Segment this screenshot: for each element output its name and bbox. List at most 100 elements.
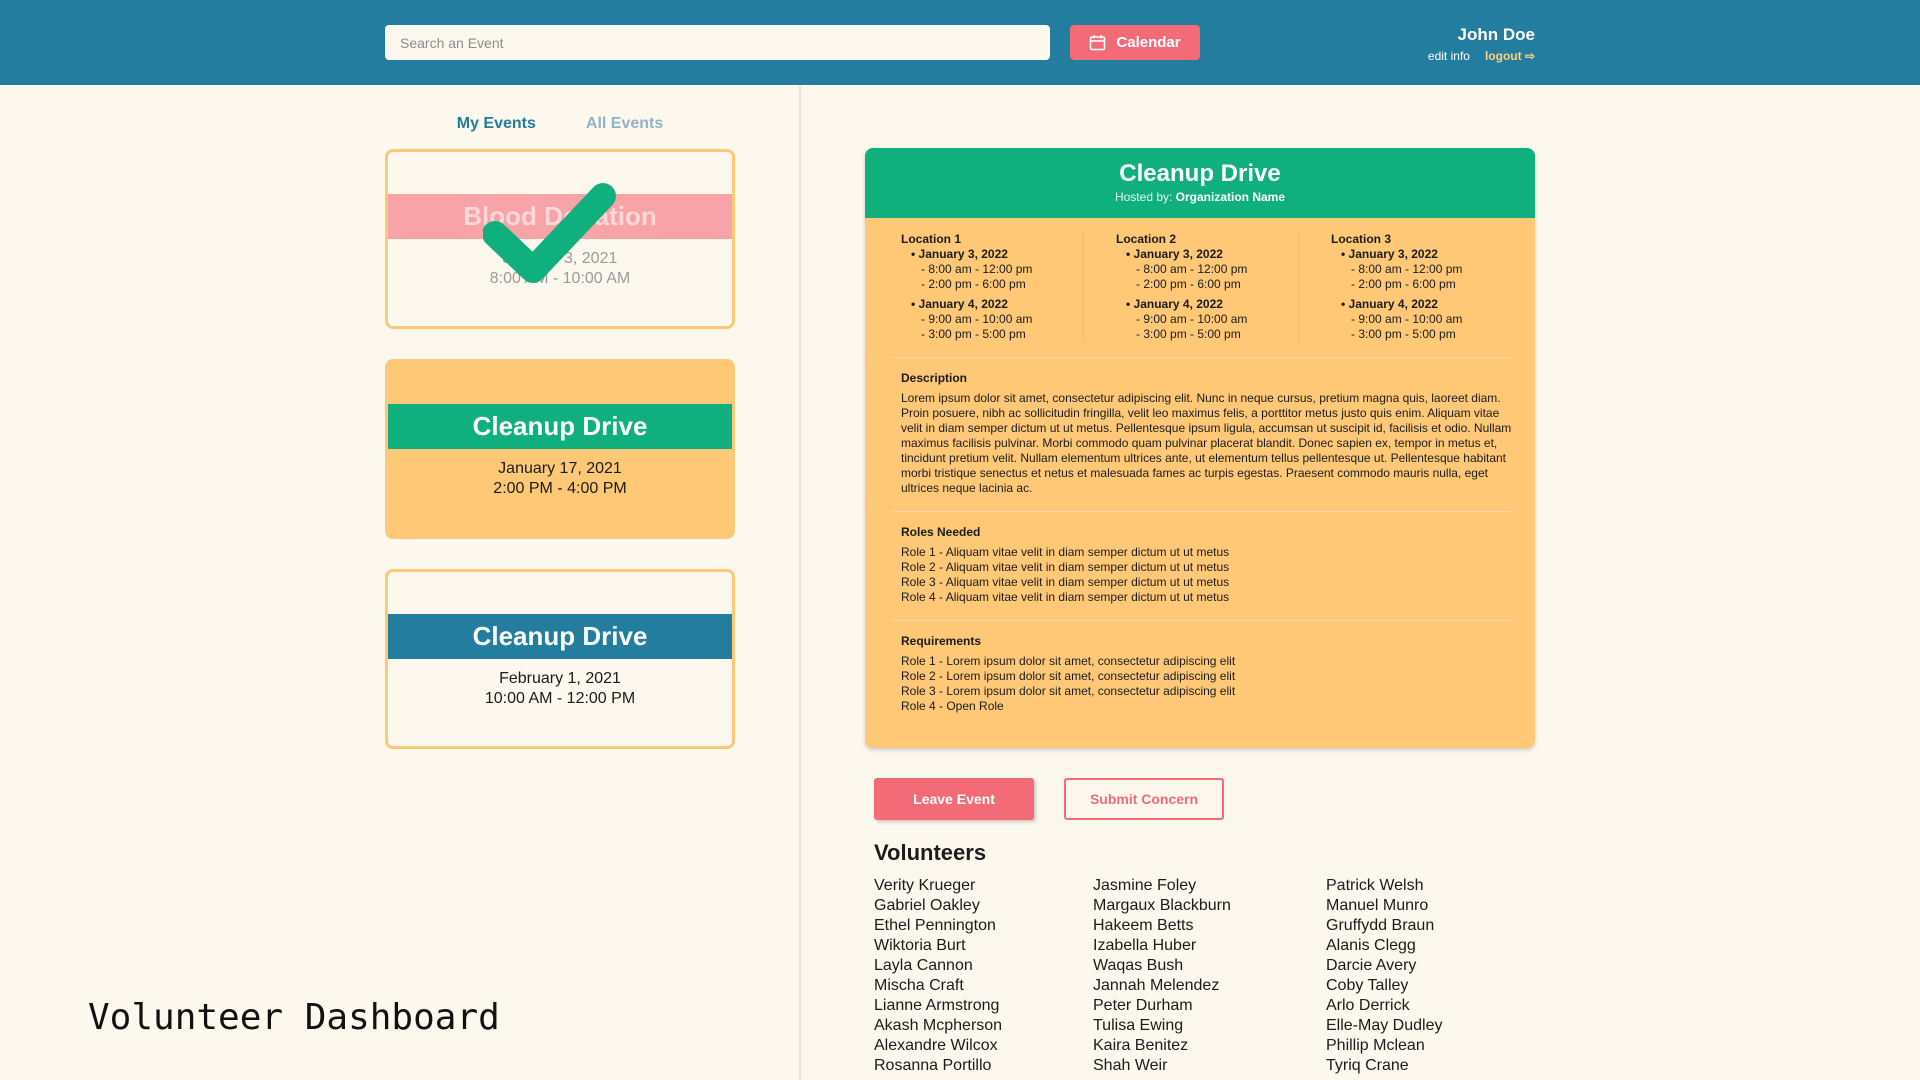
role-item: Role 1 - Aliquam vitae velit in diam sem… — [901, 545, 1230, 559]
event-card-date: February 1, 2021 — [499, 670, 621, 687]
volunteers-column-3: Patrick Welsh Manuel Munro Gruffydd Brau… — [1326, 876, 1442, 1076]
volunteer-name: Wiktoria Burt — [874, 937, 966, 954]
location-1: Location 1 January 3, 2022 8:00 am - 12:… — [901, 232, 1083, 342]
edit-info-link[interactable]: edit info — [1428, 49, 1470, 63]
checkmark-icon — [483, 183, 616, 283]
section-divider — [891, 620, 1513, 621]
volunteer-name: Rosanna Portillo — [874, 1057, 992, 1074]
volunteer-name: Coby Talley — [1326, 977, 1409, 994]
volunteer-name: Patrick Welsh — [1326, 877, 1424, 894]
event-host: Hosted by: Organization Name — [865, 190, 1535, 204]
calendar-button[interactable]: Calendar — [1070, 25, 1200, 60]
tab-all-events[interactable]: All Events — [586, 115, 663, 133]
volunteer-name: Phillip Mclean — [1326, 1037, 1425, 1054]
event-card-completed[interactable]: Blood Donation January 3, 2021 8:00 AM -… — [385, 149, 735, 329]
volunteer-name: Akash Mcpherson — [874, 1017, 1003, 1034]
volunteer-name: Hakeem Betts — [1093, 917, 1194, 934]
volunteer-name: Darcie Avery — [1326, 957, 1417, 974]
submit-concern-button[interactable]: Submit Concern — [1064, 778, 1224, 820]
volunteer-name: Jasmine Foley — [1093, 877, 1197, 894]
volunteer-name: Lianne Armstrong — [874, 997, 1000, 1014]
event-detail-header: Cleanup Drive Hosted by: Organization Na… — [865, 148, 1535, 218]
volunteer-name: Margaux Blackburn — [1093, 897, 1231, 914]
location-time: 9:00 am - 10:00 am — [1331, 312, 1503, 327]
section-divider — [891, 357, 1513, 358]
event-card-selected[interactable]: Cleanup Drive January 17, 2021 2:00 PM -… — [385, 359, 735, 539]
top-bar: Calendar John Doe edit info logout ⇨ — [0, 0, 1920, 85]
location-time: 8:00 am - 12:00 pm — [1331, 262, 1503, 277]
search-input[interactable] — [385, 25, 1050, 60]
location-date: January 3, 2022 — [901, 247, 1073, 262]
description-title: Description — [901, 371, 968, 385]
user-menu: John Doe edit info logout ⇨ — [1428, 25, 1535, 63]
volunteer-name: Tyriq Crane — [1326, 1057, 1409, 1074]
location-time: 8:00 am - 12:00 pm — [901, 262, 1073, 277]
event-card-title: Cleanup Drive — [388, 404, 732, 449]
event-detail-panel: Cleanup Drive Hosted by: Organization Na… — [865, 148, 1535, 748]
event-card-upcoming[interactable]: Cleanup Drive February 1, 2021 10:00 AM … — [385, 569, 735, 749]
volunteer-name: Mischa Craft — [874, 977, 964, 994]
event-detail-title: Cleanup Drive — [1119, 160, 1281, 187]
requirement-item: Role 2 - Lorem ipsum dolor sit amet, con… — [901, 669, 1236, 683]
location-time: 8:00 am - 12:00 pm — [1116, 262, 1288, 277]
volunteer-name: Manuel Munro — [1326, 897, 1429, 914]
location-time: 2:00 pm - 6:00 pm — [901, 277, 1073, 292]
column-divider — [799, 85, 801, 1080]
location-time: 3:00 pm - 5:00 pm — [901, 327, 1073, 342]
volunteer-name: Gabriel Oakley — [874, 897, 980, 914]
location-time: 9:00 am - 10:00 am — [901, 312, 1073, 327]
user-name: John Doe — [1457, 25, 1535, 44]
location-name: Location 1 — [901, 232, 962, 246]
location-2: Location 2 January 3, 2022 8:00 am - 12:… — [1083, 232, 1298, 342]
location-date: January 3, 2022 — [1331, 247, 1503, 262]
locations: Location 1 January 3, 2022 8:00 am - 12:… — [901, 232, 1513, 342]
volunteer-name: Arlo Derrick — [1326, 997, 1410, 1014]
volunteer-name: Jannah Melendez — [1093, 977, 1220, 994]
volunteer-name: Alexandre Wilcox — [874, 1037, 998, 1054]
volunteer-name: Verity Krueger — [874, 877, 976, 894]
volunteer-name: Kaira Benitez — [1093, 1037, 1189, 1054]
volunteer-name: Tulisa Ewing — [1093, 1017, 1184, 1034]
tab-my-events[interactable]: My Events — [457, 115, 536, 133]
event-card-time: 2:00 PM - 4:00 PM — [493, 480, 627, 497]
volunteer-name: Alanis Clegg — [1326, 937, 1416, 954]
location-3: Location 3 January 3, 2022 8:00 am - 12:… — [1298, 232, 1513, 342]
hosted-by-label: Hosted by: — [1114, 190, 1176, 204]
description-text: Lorem ipsum dolor sit amet, consectetur … — [901, 391, 1512, 495]
location-date: January 4, 2022 — [901, 297, 1073, 312]
location-time: 2:00 pm - 6:00 pm — [1331, 277, 1503, 292]
location-date: January 4, 2022 — [1116, 297, 1288, 312]
logout-link[interactable]: logout ⇨ — [1485, 49, 1535, 63]
requirement-item: Role 1 - Lorem ipsum dolor sit amet, con… — [901, 654, 1236, 668]
organization-name: Organization Name — [1175, 190, 1286, 204]
location-name: Location 2 — [1116, 232, 1177, 246]
role-item: Role 3 - Aliquam vitae velit in diam sem… — [901, 575, 1230, 589]
calendar-button-label: Calendar — [1116, 34, 1181, 51]
page-title: Volunteer Dashboard — [88, 997, 500, 1038]
requirement-item: Role 4 - Open Role — [901, 699, 1004, 713]
leave-event-button[interactable]: Leave Event — [874, 778, 1034, 820]
volunteer-name: Ethel Pennington — [874, 917, 996, 934]
event-card-title: Cleanup Drive — [388, 614, 732, 659]
calendar-icon — [1090, 35, 1106, 51]
location-time: 9:00 am - 10:00 am — [1116, 312, 1288, 327]
location-time: 3:00 pm - 5:00 pm — [1116, 327, 1288, 342]
role-item: Role 4 - Aliquam vitae velit in diam sem… — [901, 590, 1230, 604]
requirement-item: Role 3 - Lorem ipsum dolor sit amet, con… — [901, 684, 1236, 698]
volunteers-column-1: Verity Krueger Gabriel Oakley Ethel Penn… — [874, 876, 1002, 1076]
location-time: 3:00 pm - 5:00 pm — [1331, 327, 1503, 342]
volunteer-name: Peter Durham — [1093, 997, 1193, 1014]
volunteer-name: Waqas Bush — [1093, 957, 1184, 974]
volunteer-name: Izabella Huber — [1093, 937, 1197, 954]
roles-title: Roles Needed — [901, 525, 981, 539]
location-date: January 3, 2022 — [1116, 247, 1288, 262]
volunteer-name: Gruffydd Braun — [1326, 917, 1435, 934]
volunteers-title: Volunteers — [874, 840, 987, 865]
volunteers-column-2: Jasmine Foley Margaux Blackburn Hakeem B… — [1093, 876, 1231, 1076]
location-time: 2:00 pm - 6:00 pm — [1116, 277, 1288, 292]
volunteer-name: Shah Weir — [1093, 1057, 1168, 1074]
location-date: January 4, 2022 — [1331, 297, 1503, 312]
section-divider — [891, 511, 1513, 512]
requirements-title: Requirements — [901, 634, 982, 648]
volunteer-name: Layla Cannon — [874, 957, 973, 974]
